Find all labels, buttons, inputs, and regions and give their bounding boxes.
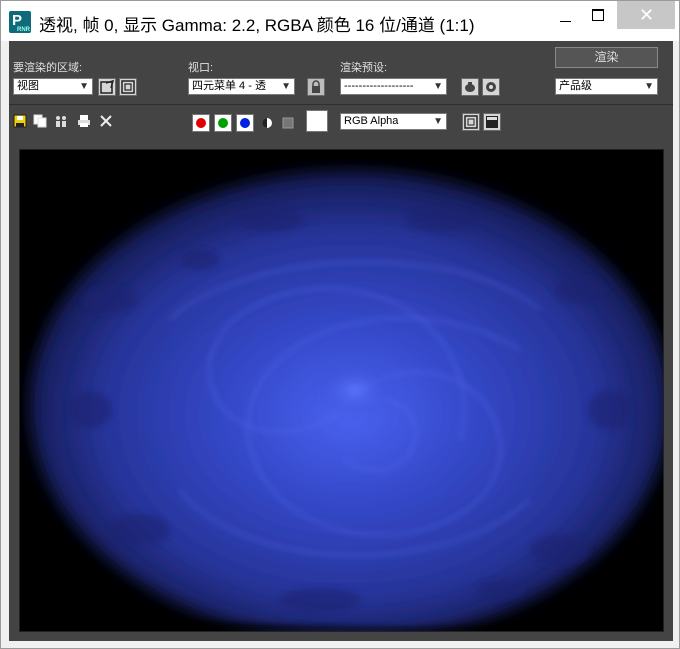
- render-panel: 要渲染的区域: 视图 ▼ 视口: 四元菜单 4 - 透 ▼ 渲染预设: ----…: [9, 41, 673, 641]
- rendered-image-viewport: [19, 149, 664, 632]
- red-channel-button[interactable]: [192, 114, 210, 132]
- color-swatch[interactable]: [306, 110, 328, 132]
- edit-region-button[interactable]: [98, 78, 116, 96]
- chevron-down-icon: ▼: [433, 81, 443, 92]
- area-dropdown[interactable]: 视图 ▼: [13, 78, 93, 95]
- viewport-dropdown[interactable]: 四元菜单 4 - 透 ▼: [188, 78, 295, 95]
- maximize-button[interactable]: [583, 1, 613, 31]
- close-button[interactable]: ✕: [617, 1, 675, 29]
- area-dropdown-value: 视图: [17, 80, 39, 92]
- quality-dropdown-value: 产品级: [559, 80, 592, 92]
- blue-dot-icon: [240, 118, 250, 128]
- chevron-down-icon: ▼: [644, 81, 654, 92]
- quality-dropdown[interactable]: 产品级 ▼: [555, 78, 658, 95]
- edit-region-icon: [100, 79, 115, 94]
- toggle-ui-button[interactable]: [483, 113, 501, 131]
- rendered-vortex-image: [20, 150, 663, 631]
- red-dot-icon: [196, 118, 206, 128]
- title-bar: P RNR 透视, 帧 0, 显示 Gamma: 2.2, RGBA 颜色 16…: [1, 1, 679, 41]
- preset-dropdown-value: -------------------: [344, 80, 414, 92]
- auto-region-button[interactable]: [119, 78, 137, 96]
- toggle-ui-overlay-button[interactable]: [462, 113, 480, 131]
- preset-label: 渲染预设:: [340, 62, 388, 74]
- green-channel-button[interactable]: [214, 114, 232, 132]
- chevron-down-icon: ▼: [79, 81, 89, 92]
- render-button[interactable]: 渲染: [555, 47, 658, 68]
- lock-icon: [312, 80, 320, 93]
- print-icon[interactable]: [77, 114, 91, 128]
- clone-frame-icon[interactable]: [54, 114, 68, 128]
- channel-dropdown-value: RGB Alpha: [344, 115, 399, 127]
- area-label: 要渲染的区域:: [13, 62, 83, 74]
- ui-panel-icon: [486, 116, 498, 128]
- app-logo-sub: RNR: [17, 27, 30, 33]
- save-image-icon[interactable]: [13, 114, 27, 128]
- environment-icon: [486, 82, 496, 92]
- preset-dropdown[interactable]: ------------------- ▼: [340, 78, 447, 95]
- chevron-down-icon: ▼: [281, 81, 291, 92]
- clear-icon[interactable]: [99, 114, 113, 128]
- viewport-dropdown-value: 四元菜单 4 - 透: [192, 80, 266, 92]
- render-frame-window: P RNR 透视, 帧 0, 显示 Gamma: 2.2, RGBA 颜色 16…: [0, 0, 680, 649]
- window-title: 透视, 帧 0, 显示 Gamma: 2.2, RGBA 颜色 16 位/通道 …: [39, 16, 475, 35]
- green-dot-icon: [218, 118, 228, 128]
- viewport-label: 视口:: [188, 62, 214, 74]
- lock-viewport-button[interactable]: [307, 78, 325, 96]
- channel-dropdown[interactable]: RGB Alpha ▼: [340, 113, 447, 130]
- alpha-toggle-icon[interactable]: [260, 116, 274, 130]
- teapot-icon: [465, 82, 475, 92]
- blue-channel-button[interactable]: [236, 114, 254, 132]
- app-logo-icon: P RNR: [9, 11, 31, 33]
- render-setup-button[interactable]: [461, 78, 479, 96]
- minimize-icon: [560, 21, 571, 22]
- copy-image-icon[interactable]: [33, 114, 47, 128]
- overlay-icon: [464, 115, 478, 129]
- chevron-down-icon: ▼: [433, 116, 443, 127]
- auto-region-icon: [121, 80, 135, 94]
- minimize-button[interactable]: [552, 1, 580, 31]
- environment-button[interactable]: [482, 78, 500, 96]
- toolbar-divider: [9, 104, 673, 105]
- close-icon: ✕: [639, 5, 655, 25]
- monochrome-icon[interactable]: [281, 116, 295, 130]
- maximize-icon: [592, 9, 604, 21]
